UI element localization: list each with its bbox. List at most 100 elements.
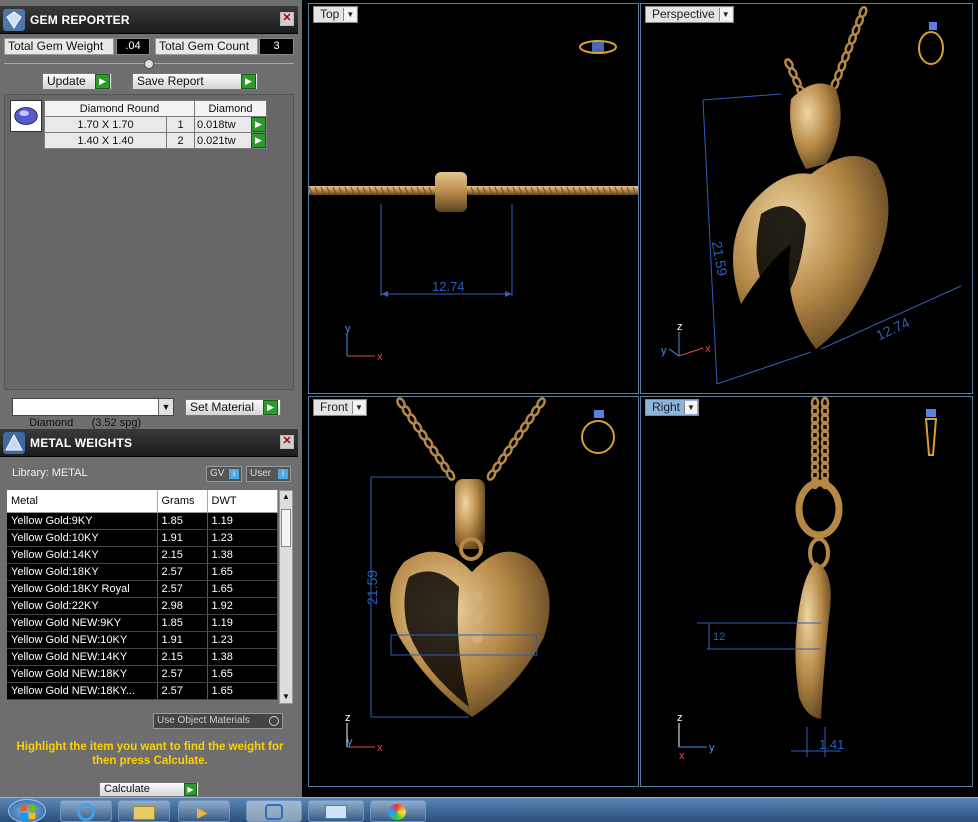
viewport-perspective-tab[interactable]: Perspective ▼ (645, 6, 734, 23)
gem-reporter-close-icon[interactable]: ✕ (280, 12, 294, 26)
metal-row[interactable]: Yellow Gold NEW:9KY 1.85 1.19 (7, 614, 278, 632)
metal-cell-grams: 2.98 (157, 597, 208, 615)
taskbar-window[interactable] (308, 800, 364, 822)
viewport-top[interactable]: 12.74 y x Top ▼ (308, 3, 639, 394)
taskbar-media[interactable]: ▶ (178, 800, 230, 822)
metal-row[interactable]: Yellow Gold NEW:18KY 2.57 1.65 (7, 665, 278, 683)
metal-cell-dwt: 1.38 (207, 546, 278, 564)
taskbar-cad-app[interactable] (246, 800, 302, 822)
orientation-ring-icon[interactable] (579, 40, 617, 54)
metal-row[interactable]: Yellow Gold NEW:14KY 2.15 1.38 (7, 648, 278, 666)
paint-icon (388, 804, 406, 820)
metal-cell-metal: Yellow Gold:18KY (7, 563, 158, 581)
user-label: User (250, 468, 272, 479)
metal-cell-dwt: 1.23 (207, 631, 278, 649)
pendant-side-profile (795, 562, 831, 719)
save-report-button[interactable]: Save Report (132, 73, 258, 90)
viewport-right[interactable]: 12 1.41 z y x Right ▼ (640, 396, 973, 787)
metal-col-header[interactable]: Metal (7, 490, 158, 513)
orientation-ring-icon[interactable] (918, 22, 944, 65)
dwt-col-header[interactable]: DWT (207, 490, 278, 513)
grams-col-header[interactable]: Grams (157, 490, 208, 513)
heart-pendant (733, 156, 889, 349)
window-icon (325, 805, 347, 819)
gem-row[interactable]: 1.40 X 1.40 2 0.021tw (44, 132, 267, 149)
metal-row[interactable]: Yellow Gold NEW:10KY 1.91 1.23 (7, 631, 278, 649)
metal-row[interactable]: Yellow Gold:22KY 2.98 1.92 (7, 597, 278, 615)
info-icon: i (278, 469, 288, 479)
scroll-thumb[interactable] (281, 509, 291, 547)
chain-link (445, 469, 456, 481)
front-view-canvas[interactable]: 21.59 z y x (309, 397, 639, 787)
set-material-go-icon[interactable]: ▶ (263, 400, 278, 415)
metal-row[interactable]: Yellow Gold:9KY 1.85 1.19 (7, 512, 278, 530)
taskbar-paint[interactable] (370, 800, 426, 822)
scroll-down-icon[interactable]: ▼ (280, 691, 292, 703)
axis-gizmo: z y x (677, 712, 715, 762)
chevron-down-icon[interactable]: ▼ (352, 401, 366, 414)
perspective-view-canvas[interactable]: 21.59 12.74 z x y (641, 4, 973, 394)
use-object-materials-toggle[interactable]: Use Object Materials (153, 713, 283, 729)
save-report-go-icon[interactable]: ▶ (241, 74, 256, 89)
update-go-icon[interactable]: ▶ (95, 74, 110, 89)
media-player-icon: ▶ (197, 804, 208, 820)
dimension-side-label: 12 (713, 631, 725, 643)
top-view-canvas[interactable]: 12.74 y x (309, 4, 639, 394)
folder-icon (133, 806, 155, 820)
gem-row-2-go-icon[interactable]: ▶ (251, 133, 266, 148)
metal-table-scrollbar[interactable]: ▲ ▼ (279, 490, 293, 704)
viewport-front[interactable]: 21.59 z y x Front ▼ (308, 396, 639, 787)
metal-row[interactable]: Yellow Gold:10KY 1.91 1.23 (7, 529, 278, 547)
chain-front-view (396, 397, 546, 481)
chevron-down-icon[interactable]: ▼ (343, 8, 357, 21)
metal-cell-dwt: 1.23 (207, 529, 278, 547)
gem-table-header-type: Diamond (194, 100, 267, 117)
gem-reporter-title: GEM REPORTER (30, 13, 130, 27)
taskbar-ie[interactable] (60, 800, 112, 822)
orientation-ring-icon[interactable] (581, 410, 615, 454)
metal-cell-grams: 2.57 (157, 665, 208, 683)
chain-top-view (309, 186, 638, 195)
metal-row[interactable]: Yellow Gold:14KY 2.15 1.38 (7, 546, 278, 564)
taskbar-explorer[interactable] (118, 800, 170, 822)
metal-weights-close-icon[interactable]: ✕ (280, 435, 294, 449)
calculate-hint: Highlight the item you want to find the … (16, 741, 284, 767)
material-select[interactable]: Diamond (3.52 spg) ▼ (12, 398, 174, 429)
diamond-thumbnail[interactable] (10, 100, 42, 132)
metal-row[interactable]: Yellow Gold NEW:18KY... 2.57 1.65 (7, 682, 278, 700)
gv-toggle[interactable]: GV i (206, 466, 242, 482)
metal-cell-metal: Yellow Gold:14KY (7, 546, 158, 564)
viewport-top-tab[interactable]: Top ▼ (313, 6, 359, 23)
total-gem-count-label: Total Gem Count (155, 38, 258, 55)
metal-cell-metal: Yellow Gold NEW:14KY (7, 648, 158, 666)
gem-reporter-icon (3, 9, 25, 31)
start-button[interactable] (8, 799, 46, 822)
chevron-down-icon[interactable]: ▼ (718, 8, 732, 21)
metal-cell-grams: 2.57 (157, 563, 208, 581)
user-toggle[interactable]: User i (246, 466, 291, 482)
scroll-up-icon[interactable]: ▲ (280, 491, 292, 503)
total-gem-weight-value: .04 (116, 38, 150, 55)
calculate-go-icon[interactable]: ▶ (184, 783, 197, 796)
gem-table: Diamond Round Diamond 1.70 X 1.70 1 0.01… (44, 100, 267, 149)
metal-row[interactable]: Yellow Gold:18KY 2.57 1.65 (7, 563, 278, 581)
gem-reporter-header: GEM REPORTER ✕ (0, 6, 298, 34)
metal-row[interactable]: Yellow Gold:18KY Royal 2.57 1.65 (7, 580, 278, 598)
metal-cell-metal: Yellow Gold NEW:18KY (7, 665, 158, 683)
chevron-down-icon[interactable]: ▼ (684, 401, 698, 414)
gem-row-1-go-icon[interactable]: ▶ (251, 117, 266, 132)
splitter-knob-icon[interactable] (144, 59, 154, 69)
right-view-canvas[interactable]: 12 1.41 z y x (641, 397, 973, 787)
gem-row[interactable]: 1.70 X 1.70 1 0.018tw (44, 116, 267, 133)
orientation-ring-icon[interactable] (924, 409, 938, 456)
use-object-materials-label: Use Object Materials (157, 715, 250, 726)
bail-top-view (435, 172, 467, 212)
chevron-down-icon[interactable]: ▼ (158, 399, 173, 415)
viewport-perspective[interactable]: 21.59 12.74 z x y Perspective ▼ (640, 3, 973, 394)
viewport-front-tab[interactable]: Front ▼ (313, 399, 368, 416)
viewport-right-tab[interactable]: Right ▼ (645, 399, 700, 416)
metal-cell-grams: 2.57 (157, 682, 208, 700)
radio-icon[interactable] (269, 716, 279, 726)
axis-x-label: x (377, 742, 383, 754)
internet-explorer-icon (77, 803, 95, 821)
